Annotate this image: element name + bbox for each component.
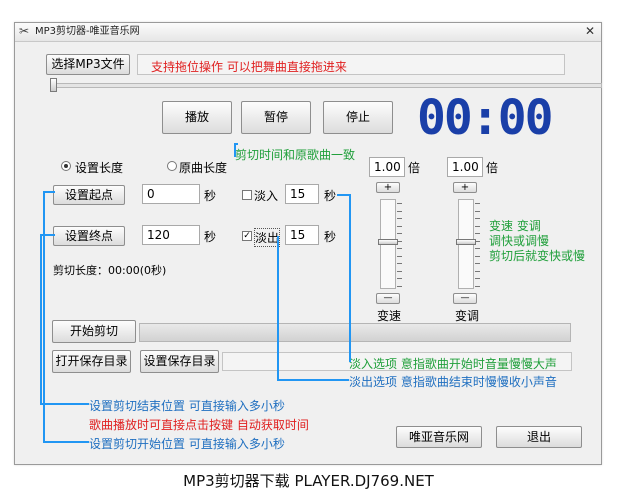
progress-slider-handle[interactable]	[50, 78, 57, 92]
speed-value[interactable]: 1.00	[369, 157, 405, 177]
slider-tick	[397, 255, 402, 257]
original-length-radio[interactable]	[167, 161, 177, 171]
slider-tick	[397, 233, 402, 234]
pitch-value[interactable]: 1.00	[447, 157, 483, 177]
cut-progress-bar	[139, 323, 571, 342]
slider-tick	[475, 270, 480, 272]
slider-tick	[475, 263, 480, 264]
start-time-input[interactable]: 0	[142, 184, 200, 204]
annotation-line	[40, 234, 42, 404]
open-save-dir-button[interactable]: 打开保存目录	[52, 350, 131, 373]
set-length-radio[interactable]	[61, 161, 71, 171]
select-mp3-button[interactable]: 选择MP3文件	[46, 54, 130, 75]
speed-label: 变速	[377, 309, 402, 323]
slider-tick	[397, 285, 402, 287]
pitch-minus-button[interactable]: —	[453, 293, 477, 304]
start-point-note: 设置剪切开始位置 可直接输入多小秒	[89, 437, 285, 451]
fadeout-note: 淡出选项 意指歌曲结束时慢慢收小声音	[349, 375, 557, 389]
end-point-note: 设置剪切结束位置 可直接输入多小秒	[89, 399, 285, 413]
pitch-slider-handle[interactable]	[456, 239, 476, 245]
slider-tick	[397, 240, 402, 242]
set-start-button[interactable]: 设置起点	[53, 185, 125, 205]
pause-button[interactable]: 暂停	[241, 101, 311, 134]
scissors-icon: ✂	[19, 24, 30, 38]
slider-tick	[475, 225, 480, 227]
slider-tick	[475, 248, 480, 249]
annotation-line	[234, 143, 238, 145]
page-caption: MP3剪切器下载 PLAYER.DJ769.NET	[183, 472, 434, 490]
fadein-note: 淡入选项 意指歌曲开始时音量慢慢大声	[349, 357, 557, 371]
drag-hint: 支持拖位操作 可以把舞曲直接拖进来	[151, 60, 347, 74]
exit-button[interactable]: 退出	[496, 426, 582, 448]
annotation-line	[40, 403, 89, 405]
speed-minus-button[interactable]: —	[376, 293, 400, 304]
set-length-label: 设置长度	[75, 161, 124, 175]
slider-tick	[475, 203, 480, 204]
play-button[interactable]: 播放	[162, 101, 232, 134]
slider-tick	[397, 270, 402, 272]
fadein-label: 淡入	[254, 189, 279, 203]
speed-unit: 倍	[408, 161, 421, 175]
fadein-checkbox[interactable]	[242, 190, 252, 200]
end-time-input[interactable]: 120	[142, 225, 200, 245]
annotation-line	[234, 143, 236, 157]
slider-tick	[397, 218, 402, 219]
slider-tick	[475, 233, 480, 234]
time-display: 00:00	[417, 90, 554, 146]
speed-note-line3: 剪切后就变快或慢	[489, 249, 586, 263]
title-bar: ✂ MP3剪切器-唯亚音乐网 ✕	[15, 23, 601, 42]
close-icon[interactable]: ✕	[583, 24, 597, 38]
set-end-button[interactable]: 设置终点	[53, 226, 125, 246]
annotation-line	[277, 379, 349, 381]
fadein-input[interactable]: 15	[285, 184, 319, 204]
slider-tick	[397, 203, 402, 204]
fadeout-checkbox[interactable]: ✓	[242, 231, 252, 241]
slider-tick	[397, 278, 402, 279]
window-title: MP3剪切器-唯亚音乐网	[35, 26, 140, 37]
cut-length: 剪切长度：00:00(0秒)	[53, 264, 167, 277]
pitch-label: 变调	[455, 309, 480, 323]
pitch-plus-button[interactable]: +	[453, 182, 477, 193]
annotation-line	[40, 234, 55, 236]
speed-plus-button[interactable]: +	[376, 182, 400, 193]
original-length-note: 剪切时间和原歌曲一致	[235, 148, 356, 162]
slider-tick	[397, 263, 402, 264]
slider-tick	[397, 210, 402, 212]
slider-tick	[475, 210, 480, 212]
original-length-label: 原曲长度	[179, 161, 228, 175]
slider-tick	[397, 225, 402, 227]
site-button[interactable]: 唯亚音乐网	[396, 426, 482, 448]
slider-tick	[475, 218, 480, 219]
fadeout-unit: 秒	[324, 230, 337, 244]
start-cut-button[interactable]: 开始剪切	[52, 320, 136, 343]
slider-tick	[475, 255, 480, 257]
stop-button[interactable]: 停止	[323, 101, 393, 134]
slider-tick	[475, 285, 480, 287]
annotation-line	[277, 236, 279, 381]
fadein-unit: 秒	[324, 189, 337, 203]
speed-slider-handle[interactable]	[378, 239, 398, 245]
annotation-line	[349, 194, 351, 362]
start-unit: 秒	[204, 189, 217, 203]
auto-get-note: 歌曲播放时可直接点击按键 自动获取时间	[89, 418, 309, 432]
app-window: ✂ MP3剪切器-唯亚音乐网 ✕ 选择MP3文件 支持拖位操作 可以把舞曲直接拖…	[14, 22, 602, 465]
set-save-dir-button[interactable]: 设置保存目录	[140, 350, 219, 373]
annotation-line	[43, 441, 89, 443]
slider-tick	[475, 278, 480, 279]
fadeout-input[interactable]: 15	[285, 225, 319, 245]
slider-tick	[475, 240, 480, 242]
end-unit: 秒	[204, 230, 217, 244]
slider-tick	[397, 248, 402, 249]
pitch-unit: 倍	[486, 161, 499, 175]
